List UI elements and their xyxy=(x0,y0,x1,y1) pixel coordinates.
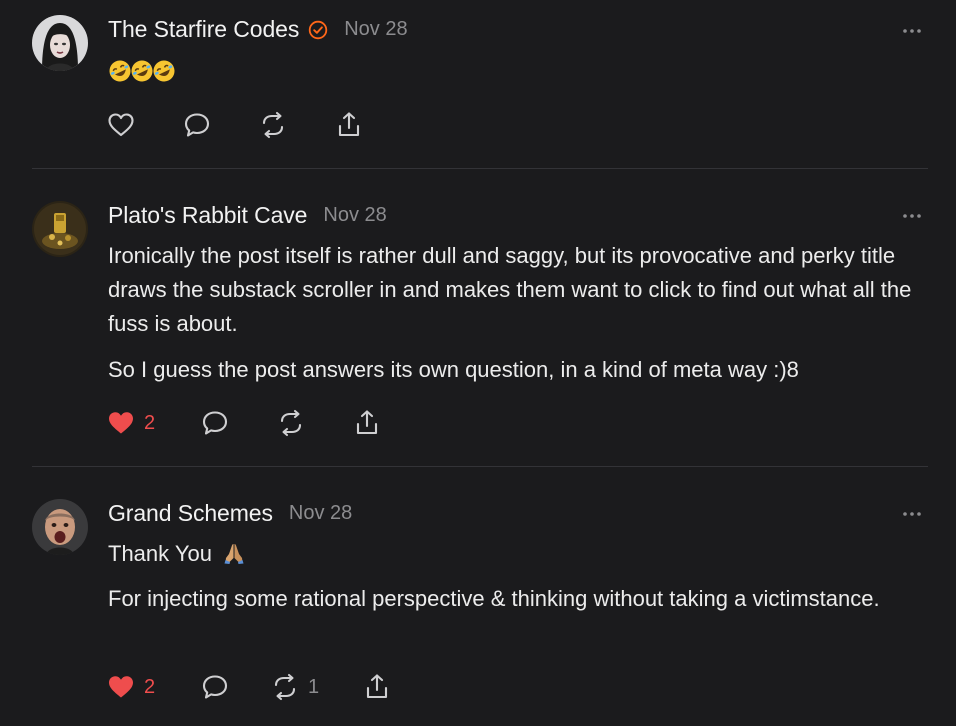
heart-filled-icon xyxy=(109,412,133,434)
rolling-laughing-emoji xyxy=(131,60,153,82)
like-count: 2 xyxy=(144,411,156,434)
author-name[interactable]: Grand Schemes xyxy=(108,500,273,527)
like-button[interactable]: 2 xyxy=(106,672,200,702)
comment-paragraph: Thank You xyxy=(108,537,918,571)
avatar-woman-icon xyxy=(32,15,88,71)
verified-badge-icon xyxy=(309,20,328,39)
comment-bubble-icon xyxy=(184,113,210,137)
restack-icon xyxy=(274,673,296,701)
more-options-icon[interactable] xyxy=(902,213,922,219)
comment-header: Plato's Rabbit Cave Nov 28 xyxy=(108,202,387,229)
comment-paragraph: For injecting some rational perspective … xyxy=(108,586,880,611)
restack-button[interactable]: 1 xyxy=(270,672,362,702)
emoji-reaction-text xyxy=(108,56,918,86)
share-icon xyxy=(338,112,360,137)
avatar-man-icon xyxy=(32,499,88,555)
comment-date[interactable]: Nov 28 xyxy=(323,204,386,227)
comment-body: Thank You For injecting some rational pe… xyxy=(108,537,918,628)
author-name[interactable]: The Starfire Codes xyxy=(108,16,299,43)
comment-paragraph: Ironically the post itself is rather dul… xyxy=(108,243,912,336)
restack-count: 1 xyxy=(308,675,320,698)
share-icon xyxy=(366,674,388,699)
divider xyxy=(32,466,928,467)
comment-actions: 2 1 xyxy=(106,672,392,702)
like-button[interactable]: 2 xyxy=(106,408,200,438)
more-options-icon[interactable] xyxy=(902,511,922,517)
comment-actions xyxy=(106,110,364,140)
comment-body: Ironically the post itself is rather dul… xyxy=(108,239,918,399)
rolling-laughing-emoji xyxy=(153,60,175,82)
avatar[interactable] xyxy=(32,15,88,71)
comment-body xyxy=(108,56,918,86)
comment-header: Grand Schemes Nov 28 xyxy=(108,500,352,527)
like-count: 2 xyxy=(144,675,156,698)
heart-filled-icon xyxy=(109,676,133,698)
comment-date[interactable]: Nov 28 xyxy=(289,502,352,525)
rolling-laughing-emoji xyxy=(109,60,131,82)
share-button[interactable] xyxy=(362,672,392,702)
more-options-icon[interactable] xyxy=(902,28,922,34)
avatar[interactable] xyxy=(32,201,88,257)
folded-hands-emoji xyxy=(224,543,244,564)
author-name[interactable]: Plato's Rabbit Cave xyxy=(108,202,307,229)
comment-bubble-icon xyxy=(202,675,228,699)
restack-button[interactable] xyxy=(276,408,352,438)
comment-actions: 2 xyxy=(106,408,382,438)
avatar-cave-icon xyxy=(32,201,88,257)
comment-paragraph: So I guess the post answers its own ques… xyxy=(108,357,799,382)
like-button[interactable] xyxy=(106,110,182,140)
reply-button[interactable] xyxy=(200,672,270,702)
heart-outline-icon xyxy=(108,113,134,137)
restack-icon xyxy=(262,111,284,139)
share-button[interactable] xyxy=(334,110,364,140)
share-icon xyxy=(356,410,378,435)
comment-bubble-icon xyxy=(202,411,228,435)
comment-feed: The Starfire Codes Nov 28 Plato's Rabbit… xyxy=(0,0,956,726)
reply-button[interactable] xyxy=(182,110,258,140)
restack-icon xyxy=(280,409,302,437)
divider xyxy=(32,168,928,169)
restack-button[interactable] xyxy=(258,110,334,140)
comment-header: The Starfire Codes Nov 28 xyxy=(108,16,408,43)
comment-date[interactable]: Nov 28 xyxy=(344,18,407,41)
thank-you-text: Thank You xyxy=(108,541,212,566)
reply-button[interactable] xyxy=(200,408,276,438)
share-button[interactable] xyxy=(352,408,382,438)
avatar[interactable] xyxy=(32,499,88,555)
